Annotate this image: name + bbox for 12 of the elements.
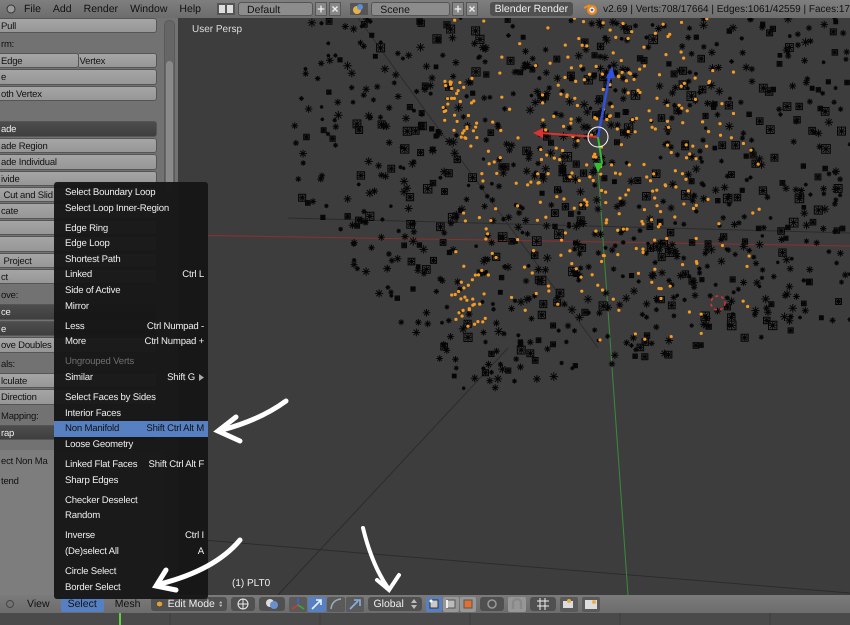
option-label: tend [0,476,19,487]
shortcut-text: Ctrl I [184,529,204,544]
view-label: User Persp [192,24,242,35]
section-label: Mapping: [1,410,38,422]
shortcut-text: Ctrl L [181,268,204,282]
operator-title: ect Non Ma [0,456,48,467]
shortcut-text: A [196,544,204,559]
object-label: (1) PLT0 [232,578,270,589]
scene-stats-text: v2.69 | Verts:708/17664 | Edges:1061/42559 | Faces:17 [603,4,850,14]
section-label: rm: [1,39,14,50]
section-label: als: [1,358,15,370]
section-label: ove: [1,290,18,302]
